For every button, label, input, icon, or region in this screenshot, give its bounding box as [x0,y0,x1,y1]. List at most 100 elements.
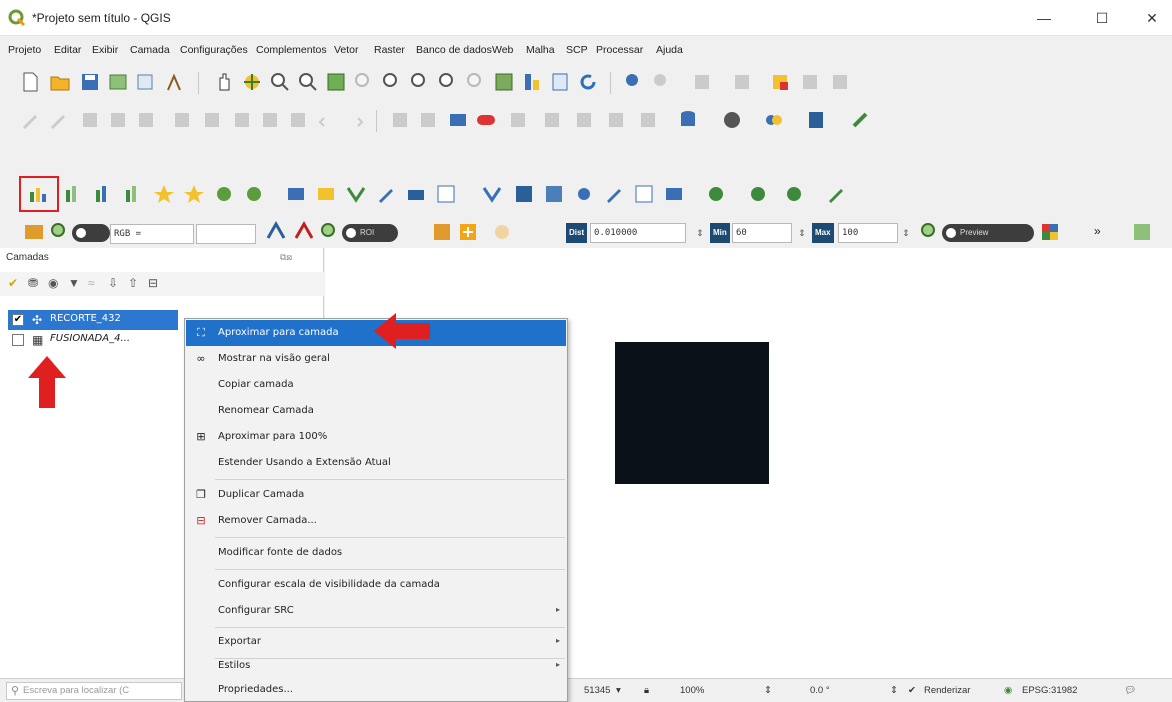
preprocessing-icon[interactable] [782,182,806,206]
postprocessing-icon[interactable] [704,182,728,206]
accuracy-icon[interactable] [632,182,656,206]
roi-pointer-icon[interactable] [292,220,316,244]
add-group-icon[interactable]: ⛃ [28,276,38,290]
edit-roi-icon[interactable] [602,182,626,206]
render-checkbox[interactable]: ✔ [908,685,916,696]
roi-toggle[interactable]: ROI [342,224,398,242]
remove-layer-icon[interactable]: ⊟ [148,276,158,290]
expand-all-icon[interactable]: ⇩ [108,276,118,290]
star-tool-icon[interactable] [152,182,176,206]
overlay-icon[interactable] [314,182,338,206]
identify-icon[interactable] [622,70,646,94]
zoom-last-icon[interactable] [436,70,460,94]
lock-icon[interactable]: 🔒︎ [644,685,649,696]
label-layer-icon[interactable] [446,108,470,132]
dist-input[interactable]: 0.010000 [590,223,686,243]
zoom-selection-icon[interactable] [352,70,376,94]
classification-icon[interactable] [212,182,236,206]
menu-item-export[interactable]: Exportar ▸ [186,629,566,655]
vector-to-raster-icon[interactable] [344,182,368,206]
deselect-icon[interactable] [730,70,754,94]
band-calc-icon[interactable] [122,182,146,206]
mosaic-icon[interactable] [284,182,308,206]
menu-editar[interactable]: Editar [54,44,81,56]
menu-ajuda[interactable]: Ajuda [656,44,683,56]
zoom-layer-icon[interactable] [380,70,404,94]
open-project-icon[interactable] [48,70,72,94]
menu-item-properties[interactable]: Propriedades... [186,677,566,702]
crs-label[interactable]: EPSG:31982 [1022,685,1077,696]
band-processing-icon[interactable] [824,182,848,206]
close-button[interactable]: ✕ [1138,8,1166,28]
paste-features-icon[interactable] [286,108,310,132]
preview-palette-icon[interactable] [1038,220,1062,244]
menu-scp[interactable]: SCP [566,44,588,56]
zoom-roi-icon[interactable] [264,220,288,244]
menu-web[interactable]: Web [492,44,513,56]
split-raster-icon[interactable] [480,182,504,206]
min-input[interactable]: 60 [732,223,792,243]
pin-labels-icon[interactable] [416,108,440,132]
rotation-spinner[interactable]: ⇕ [890,685,898,696]
new-print-layout-icon[interactable] [106,70,130,94]
menu-item-styles[interactable]: Estilos ▸ [186,653,566,679]
menu-raster[interactable]: Raster [374,44,405,56]
rgb-toggle[interactable] [72,224,110,242]
help-book-icon[interactable] [804,108,828,132]
new-project-icon[interactable] [18,70,42,94]
download-icon[interactable] [746,182,770,206]
rgb-dropdown[interactable] [196,224,256,244]
collapse-all-icon[interactable]: ⇧ [128,276,138,290]
classification-2-icon[interactable] [242,182,266,206]
scp-dock-icon[interactable] [22,220,46,244]
new-map-view-icon[interactable] [492,70,516,94]
reclassify-icon[interactable] [434,182,458,206]
zoom-full-icon[interactable] [324,70,348,94]
pan-map-icon[interactable] [212,70,236,94]
change-label-icon[interactable] [604,108,628,132]
rotate-label-icon[interactable] [572,108,596,132]
roi-option-icon[interactable] [490,220,514,244]
zoom-out-icon[interactable] [296,70,320,94]
locator-search-input[interactable]: Escreva para localizar (C [6,682,182,700]
menu-configuracoes[interactable]: Configurações [180,44,248,56]
zoom-native-icon[interactable] [408,70,432,94]
manage-map-themes-icon[interactable]: ◉ [48,276,58,290]
menu-item-rename-layer[interactable]: Renomear Camada [186,398,566,424]
sieve-icon[interactable] [404,182,428,206]
filter-expression-icon[interactable]: ≈ [88,276,95,290]
database-icon[interactable] [676,108,700,132]
menu-complementos[interactable]: Complementos [256,44,327,56]
stack-raster-icon[interactable] [512,182,536,206]
save-project-icon[interactable] [78,70,102,94]
pan-to-selection-icon[interactable] [240,70,264,94]
zoom-temp-roi-icon[interactable] [318,220,342,244]
cut-features-icon[interactable] [230,108,254,132]
menu-item-remove-layer[interactable]: ⊟ Remover Camada... [186,508,566,534]
show-hide-labels-icon[interactable] [506,108,530,132]
menu-item-duplicate-layer[interactable]: ❐ Duplicar Camada [186,482,566,508]
label-abc-icon[interactable] [474,108,498,132]
field-calculator-icon[interactable] [798,70,822,94]
menu-item-copy-layer[interactable]: Copiar camada [186,372,566,398]
toolbar-overflow[interactable]: » [1094,224,1101,238]
plugin-icon[interactable] [848,108,872,132]
toggle-editing-icon[interactable] [46,108,70,132]
label-properties-icon[interactable] [636,108,660,132]
menu-banco-de-dados[interactable]: Banco de dados [416,44,492,56]
menu-item-set-scale-visibility[interactable]: Configurar escala de visibilidade da cam… [186,572,566,598]
zoom-next-icon[interactable] [464,70,488,94]
pca-icon[interactable] [542,182,566,206]
menu-malha[interactable]: Malha [526,44,555,56]
scp-extra-icon[interactable] [1130,220,1154,244]
min-spinner[interactable]: ⇕ [796,223,808,243]
label-toolbar-icon[interactable] [388,108,412,132]
layer-item-recorte[interactable]: ✔ ✣ RECORTE_432 [8,310,178,330]
add-roi-icon[interactable] [456,220,480,244]
menu-item-zoom-native[interactable]: ⊞ Aproximar para 100% [186,424,566,450]
scale-dropdown[interactable]: ▾ [616,685,621,696]
menu-exibir[interactable]: Exibir [92,44,118,56]
preview-toggle[interactable]: Preview [942,224,1034,242]
redo-roi-icon[interactable] [430,220,454,244]
move-label-icon[interactable] [540,108,564,132]
